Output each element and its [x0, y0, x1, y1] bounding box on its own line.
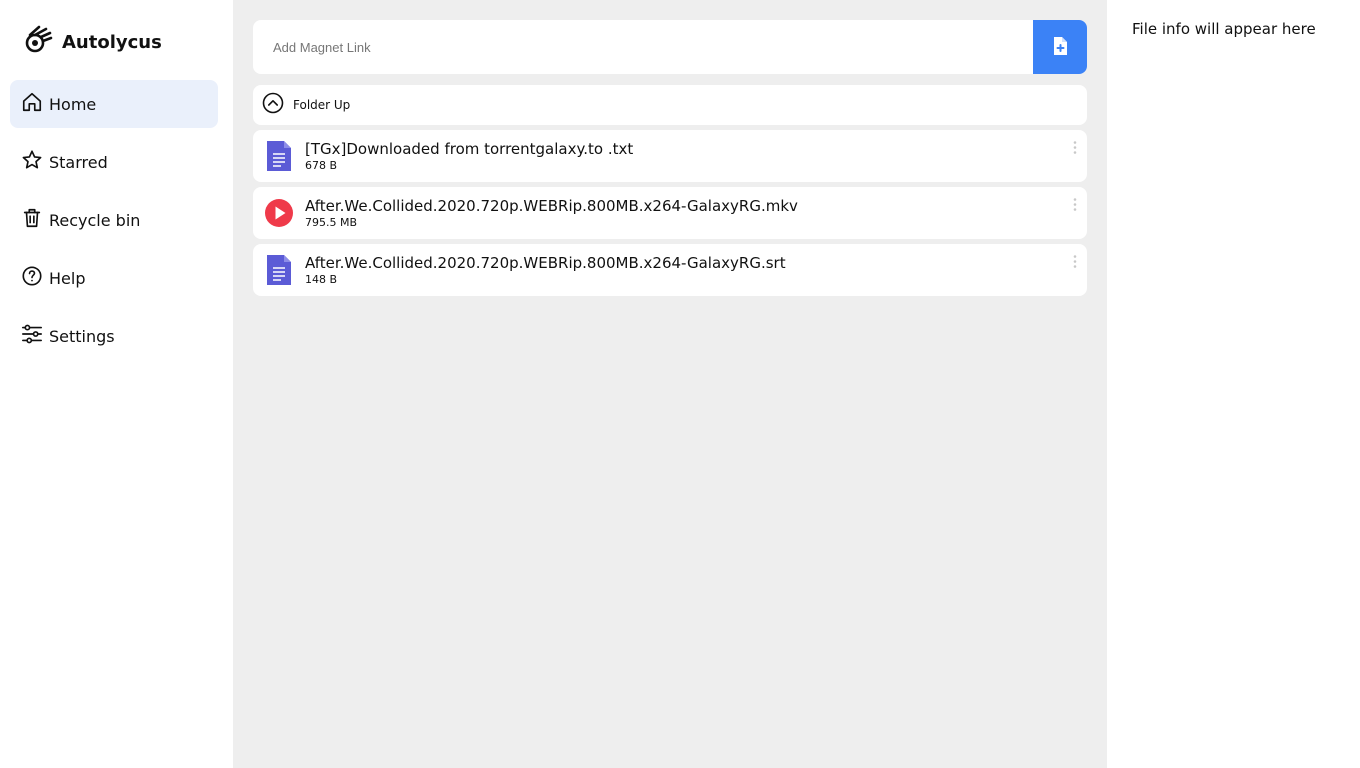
more-options-icon[interactable]: [1071, 140, 1079, 156]
file-info-panel: File info will appear here: [1107, 0, 1360, 768]
file-name: [TGx]Downloaded from torrentgalaxy.to .t…: [305, 140, 634, 158]
file-list: [TGx]Downloaded from torrentgalaxy.to .t…: [253, 130, 1087, 301]
folder-up-button[interactable]: Folder Up: [253, 85, 1087, 125]
app-name: Autolycus: [62, 31, 162, 53]
main-content: Folder Up [TGx]Downloaded from torrentga…: [233, 0, 1107, 768]
document-icon: [265, 140, 293, 172]
document-icon: [265, 254, 293, 286]
more-options-icon[interactable]: [1071, 254, 1079, 270]
sidebar: Autolycus Home Starred Recycle bin Help …: [0, 0, 233, 768]
sidebar-item-help[interactable]: Help: [10, 254, 218, 302]
brand[interactable]: Autolycus: [22, 24, 162, 60]
file-name: After.We.Collided.2020.720p.WEBRip.800MB…: [305, 197, 798, 215]
file-row[interactable]: After.We.Collided.2020.720p.WEBRip.800MB…: [253, 187, 1087, 239]
sidebar-nav: Home Starred Recycle bin Help Settings: [10, 80, 218, 370]
sliders-icon: [21, 323, 43, 349]
file-row[interactable]: [TGx]Downloaded from torrentgalaxy.to .t…: [253, 130, 1087, 182]
sidebar-item-starred[interactable]: Starred: [10, 138, 218, 186]
add-magnet-button[interactable]: [1033, 20, 1087, 74]
sidebar-item-recycle-bin[interactable]: Recycle bin: [10, 196, 218, 244]
file-row[interactable]: After.We.Collided.2020.720p.WEBRip.800MB…: [253, 244, 1087, 296]
magnet-bar: [253, 20, 1087, 74]
file-info-placeholder: File info will appear here: [1132, 20, 1316, 38]
home-icon: [21, 91, 43, 117]
chevron-up-circle-icon: [262, 92, 284, 118]
play-icon: [265, 197, 293, 229]
meteor-icon: [22, 24, 54, 60]
sidebar-item-label: Home: [49, 94, 97, 114]
star-icon: [21, 149, 43, 175]
trash-icon: [21, 207, 43, 233]
sidebar-item-settings[interactable]: Settings: [10, 312, 218, 360]
sidebar-item-home[interactable]: Home: [10, 80, 218, 128]
sidebar-item-label: Recycle bin: [49, 210, 141, 230]
help-icon: [21, 265, 43, 291]
magnet-link-input[interactable]: [253, 20, 1033, 74]
file-size: 148 B: [305, 273, 338, 286]
sidebar-item-label: Help: [49, 268, 86, 288]
file-name: After.We.Collided.2020.720p.WEBRip.800MB…: [305, 254, 786, 272]
folder-up-label: Folder Up: [293, 98, 351, 112]
add-file-icon: [1050, 36, 1070, 59]
more-options-icon[interactable]: [1071, 197, 1079, 213]
file-size: 795.5 MB: [305, 216, 358, 229]
sidebar-item-label: Starred: [49, 152, 108, 172]
file-size: 678 B: [305, 159, 338, 172]
sidebar-item-label: Settings: [49, 326, 115, 346]
